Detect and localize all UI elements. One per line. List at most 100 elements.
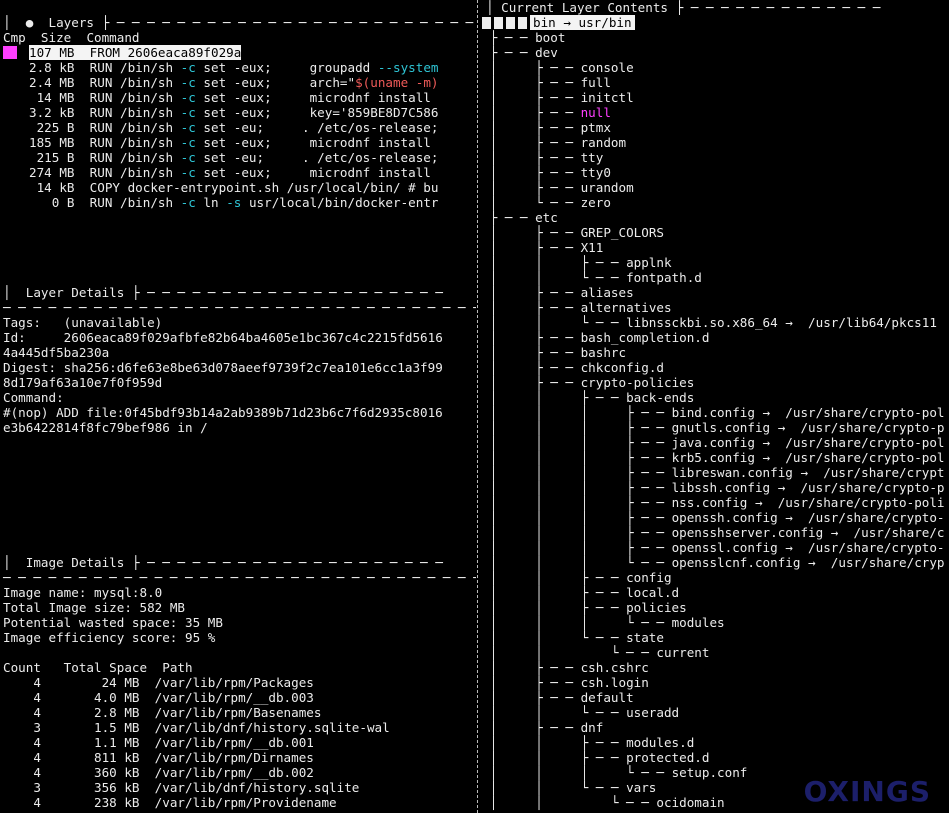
tree-branch-lines: │ │ ├ ─ ─ [482, 570, 627, 585]
tree-node[interactable]: │ │ │ └ ─ ─ modules [482, 615, 725, 630]
tree-node[interactable]: │ │ │ └ ─ ─ setup.conf [482, 765, 748, 780]
tree-node[interactable]: │ ├ ─ ─ default [482, 690, 634, 705]
tree-node[interactable]: │ ├ ─ ─ aliases [482, 285, 634, 300]
tree-node[interactable]: │ ├ ─ ─ console [482, 60, 634, 75]
layer-size: 215 B [29, 150, 90, 165]
layer-row[interactable]: 2.4 MB RUN /bin/sh -c set -eux; arch="$(… [3, 75, 438, 90]
layer-columns-header: Cmp Size Command [3, 30, 140, 45]
tree-node[interactable]: │ ├ ─ ─ tty0 [482, 165, 611, 180]
layer-command-part: set -eu; . /etc/os-release; [195, 150, 439, 165]
tree-node[interactable]: │ │ └ ─ ─ ocidomain [482, 795, 725, 810]
tree-node[interactable]: │ ├ ─ ─ X11 [482, 240, 604, 255]
tree-node[interactable]: │ │ ├ ─ ─ local.d [482, 585, 680, 600]
tree-branch-lines: │ ├ ─ ─ [482, 165, 581, 180]
tree-branch-lines: │ ├ ─ ─ [482, 150, 581, 165]
tree-node[interactable]: │ │ └ ─ ─ state [482, 630, 664, 645]
waste-count: 4 [3, 795, 41, 810]
tree-node-label: tty0 [580, 165, 611, 180]
layer-command-part: RUN /bin/sh [89, 165, 181, 180]
tree-node[interactable]: │ │ ├ ─ ─ modules.d [482, 735, 695, 750]
tree-node[interactable]: │ │ │ ├ ─ ─ libreswan.config → /usr/shar… [482, 465, 945, 480]
contents-header[interactable]: │ Current Layer Contents ├ ─ ─ ─ ─ ─ ─ ─… [486, 0, 880, 15]
tree-node[interactable]: bin → usr/bin [482, 15, 635, 30]
tree-node[interactable]: │ ├ ─ ─ urandom [482, 180, 634, 195]
tree-node[interactable]: │ ├ ─ ─ GREP_COLORS [482, 225, 664, 240]
tree-node[interactable]: │ ├ ─ ─ ptmx [482, 120, 611, 135]
tree-node[interactable]: ├ ─ ─ boot [482, 30, 566, 45]
image-name-label: Image name: [3, 585, 87, 600]
tree-node[interactable]: ├ ─ ─ etc [482, 210, 558, 225]
col-path: Path [162, 660, 193, 675]
layers-header[interactable]: │ ● Layers ├ ─ ─ ─ ─ ─ ─ ─ ─ ─ ─ ─ ─ ─ ─… [3, 15, 476, 30]
tree-node[interactable]: ├ ─ ─ dev [482, 45, 558, 60]
tree-node[interactable]: │ ├ ─ ─ bashrc [482, 345, 627, 360]
tree-node[interactable]: │ ├ ─ ─ full [482, 75, 611, 90]
tree-branch-lines: │ └ ─ ─ [482, 195, 581, 210]
tree-node[interactable]: │ │ ├ ─ ─ back-ends [482, 390, 695, 405]
layer-row[interactable]: 274 MB RUN /bin/sh -c set -eux; microdnf… [3, 165, 431, 180]
tree-branch-lines: ├ ─ ─ [482, 210, 536, 225]
tree-node[interactable]: │ │ │ ├ ─ ─ krb5.config → /usr/share/cry… [482, 450, 945, 465]
layer-details-header[interactable]: │ Layer Details ├ ─ ─ ─ ─ ─ ─ ─ ─ ─ ─ ─ … [3, 285, 443, 300]
tree-node[interactable]: │ └ ─ ─ zero [482, 195, 611, 210]
tree-node[interactable]: │ ├ ─ ─ alternatives [482, 300, 672, 315]
layer-command-part: usr/local/bin/docker-entr [241, 195, 439, 210]
tree-node-label: protected.d [626, 750, 710, 765]
tree-node[interactable]: │ ├ ─ ─ tty [482, 150, 604, 165]
tree-node-label: nss.config → /usr/share/crypto-poli [671, 495, 945, 510]
tree-node-label: boot [535, 30, 566, 45]
tree-node[interactable]: │ │ │ ├ ─ ─ nss.config → /usr/share/cryp… [482, 495, 945, 510]
tree-node[interactable]: │ ├ ─ ─ chkconfig.d [482, 360, 664, 375]
tree-node-label: ptmx [580, 120, 611, 135]
tree-node[interactable]: │ │ └ ─ ─ libnssckbi.so.x86_64 → /usr/li… [482, 315, 937, 330]
tree-node[interactable]: │ ├ ─ ─ bash_completion.d [482, 330, 710, 345]
tree-node[interactable]: │ │ │ ├ ─ ─ gnutls.config → /usr/share/c… [482, 420, 945, 435]
layer-row[interactable]: 215 B RUN /bin/sh -c set -eu; . /etc/os-… [3, 150, 439, 165]
layer-row[interactable]: 14 kB COPY docker-entrypoint.sh /usr/loc… [3, 180, 439, 195]
layer-row[interactable]: 0 B RUN /bin/sh -c ln -s usr/local/bin/d… [3, 195, 439, 210]
tree-node[interactable]: │ │ ├ ─ ─ applnk [482, 255, 672, 270]
tree-node[interactable]: │ │ ├ ─ ─ policies [482, 600, 687, 615]
layer-row[interactable]: 14 MB RUN /bin/sh -c set -eux; microdnf … [3, 90, 431, 105]
tree-node[interactable]: │ ├ ─ ─ null [482, 105, 611, 120]
tree-branch-lines: │ ├ ─ ─ [482, 135, 581, 150]
tags-value: (unavailable) [63, 315, 163, 330]
tree-node[interactable]: │ │ ├ ─ ─ protected.d [482, 750, 710, 765]
tree-node[interactable]: │ │ └ ─ ─ vars [482, 780, 657, 795]
tree-node[interactable]: │ │ └ ─ ─ useradd [482, 705, 680, 720]
tree-node[interactable]: │ │ │ └ ─ ─ opensslcnf.config → /usr/sha… [482, 555, 945, 570]
tree-branch-lines: │ │ ├ ─ ─ [482, 750, 627, 765]
waste-path: /var/lib/rpm/Packages [139, 675, 314, 690]
tree-node[interactable]: │ ├ ─ ─ csh.login [482, 675, 649, 690]
tree-branch-lines: │ ├ ─ ─ [482, 675, 581, 690]
tree-node[interactable]: │ ├ ─ ─ crypto-policies [482, 375, 695, 390]
layer-row[interactable]: 107 MB FROM 2606eaca89f029a [3, 45, 242, 60]
tree-node[interactable]: │ │ │ ├ ─ ─ openssh.config → /usr/share/… [482, 510, 945, 525]
tree-node-label: GREP_COLORS [580, 225, 664, 240]
tree-node[interactable]: │ │ │ ├ ─ ─ openssl.config → /usr/share/… [482, 540, 945, 555]
id-row-cont: 4a445df5ba230a [3, 345, 110, 360]
layer-command-part: set -eux; arch=" [195, 75, 356, 90]
layer-command-part: -s [226, 195, 242, 210]
tree-node[interactable]: │ ├ ─ ─ dnf [482, 720, 604, 735]
tree-branch-lines: │ ├ ─ ─ [482, 120, 581, 135]
tree-node[interactable]: │ │ │ ├ ─ ─ java.config → /usr/share/cry… [482, 435, 945, 450]
tree-node[interactable]: │ ├ ─ ─ csh.cshrc [482, 660, 649, 675]
layer-row[interactable]: 225 B RUN /bin/sh -c set -eu; . /etc/os-… [3, 120, 439, 135]
tree-node[interactable]: │ │ └ ─ ─ fontpath.d [482, 270, 702, 285]
waste-path: /var/lib/rpm/__db.001 [139, 735, 314, 750]
tree-node[interactable]: │ │ │ ├ ─ ─ bind.config → /usr/share/cry… [482, 405, 945, 420]
efficiency-label: Image efficiency score: [3, 630, 178, 645]
tree-node[interactable]: │ │ │ ├ ─ ─ opensshserver.config → /usr/… [482, 525, 945, 540]
waste-count: 4 [3, 690, 41, 705]
image-details-header[interactable]: │ Image Details ├ ─ ─ ─ ─ ─ ─ ─ ─ ─ ─ ─ … [3, 555, 443, 570]
tree-node[interactable]: │ │ └ ─ ─ current [482, 645, 710, 660]
right-panel: │ Current Layer Contents ├ ─ ─ ─ ─ ─ ─ ─… [482, 0, 949, 813]
tree-node[interactable]: │ │ ├ ─ ─ config [482, 570, 672, 585]
tree-node[interactable]: │ ├ ─ ─ random [482, 135, 627, 150]
layer-row[interactable]: 3.2 kB RUN /bin/sh -c set -eux; key='859… [3, 105, 438, 120]
layer-row[interactable]: 2.8 kB RUN /bin/sh -c set -eux; groupadd… [3, 60, 439, 75]
tree-node[interactable]: │ │ │ ├ ─ ─ libssh.config → /usr/share/c… [482, 480, 945, 495]
tree-node[interactable]: │ ├ ─ ─ initctl [482, 90, 634, 105]
layer-row[interactable]: 185 MB RUN /bin/sh -c set -eux; microdnf… [3, 135, 431, 150]
